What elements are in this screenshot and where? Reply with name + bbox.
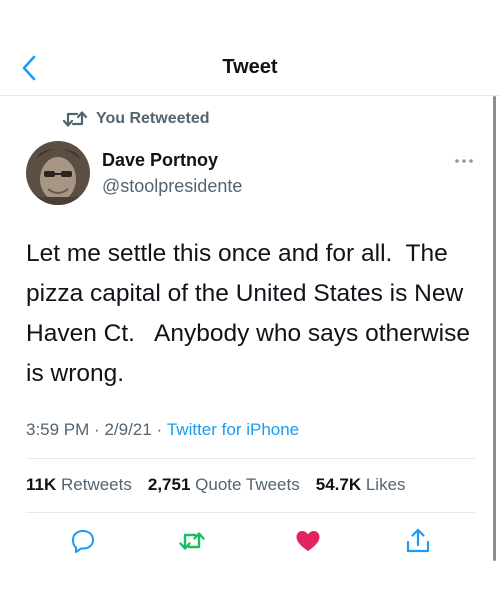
top-bar: Tweet [0, 0, 500, 96]
retweets-stat[interactable]: 11K Retweets [26, 475, 132, 495]
scrollbar[interactable] [493, 96, 496, 561]
retweets-label: Retweets [60, 475, 132, 494]
more-options-button[interactable] [452, 150, 476, 172]
reply-icon [72, 530, 94, 553]
like-button[interactable] [291, 524, 325, 558]
likes-count: 54.7K [315, 475, 362, 494]
retweet-icon [179, 532, 205, 550]
author-name[interactable]: Dave Portnoy [102, 150, 218, 171]
retweet-icon [62, 111, 88, 127]
likes-label: Likes [365, 475, 406, 494]
retweet-button[interactable] [175, 524, 209, 558]
heart-icon [296, 531, 320, 551]
avatar[interactable] [26, 141, 90, 205]
share-button[interactable] [401, 524, 435, 558]
retweets-count: 11K [26, 475, 57, 494]
tweet-actions [26, 520, 475, 560]
tweet-date[interactable]: 2/9/21 [104, 420, 151, 440]
page-title: Tweet [222, 56, 278, 78]
author-handle[interactable]: @stoolpresidente [102, 176, 242, 197]
tweet-text: Let me settle this once and for all. The… [26, 240, 477, 387]
avatar-photo [26, 141, 90, 205]
more-horizontal-icon [455, 159, 473, 163]
tweet-source-link[interactable]: Twitter for iPhone [167, 420, 299, 440]
meta-separator: · [94, 420, 100, 439]
reply-button[interactable] [66, 524, 100, 558]
tweet-stats: 11K Retweets 2,751 Quote Tweets 54.7K Li… [26, 475, 406, 495]
meta-separator: · [156, 420, 163, 439]
tweet-time[interactable]: 3:59 PM [26, 420, 89, 440]
quote-tweets-count: 2,751 [147, 475, 191, 494]
divider [26, 512, 475, 513]
share-icon [406, 528, 430, 553]
retweet-context-label: You Retweeted [96, 110, 210, 127]
retweet-context: You Retweeted [62, 108, 210, 130]
quote-tweets-stat[interactable]: 2,751 Quote Tweets [148, 475, 300, 495]
divider [26, 458, 475, 459]
tweet-meta: 3:59 PM · 2/9/21 · Twitter for iPhone [26, 420, 299, 440]
likes-stat[interactable]: 54.7K Likes [316, 475, 406, 495]
quote-tweets-label: Quote Tweets [195, 475, 300, 494]
